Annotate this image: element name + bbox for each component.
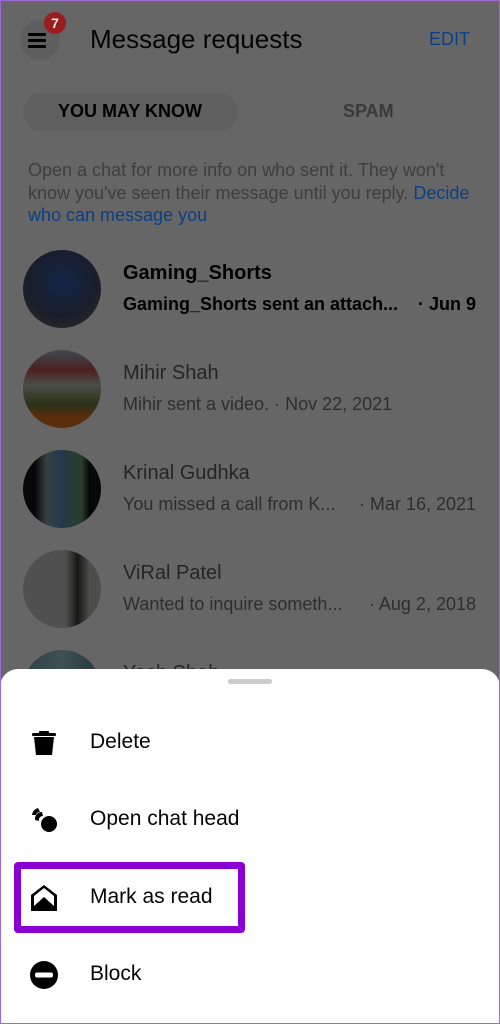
avatar [23, 550, 101, 628]
info-text: Open a chat for more info on who sent it… [28, 159, 478, 227]
mark-as-read-menu-item[interactable]: Mark as read [0, 865, 500, 929]
conversation-preview: Wanted to inquire someth... · Aug 2, 2018 [123, 594, 478, 615]
tab-you-may-know-label[interactable]: YOU MAY KNOW [58, 101, 202, 122]
delete-menu-item[interactable]: Delete [0, 710, 500, 774]
conversation-date: · Nov 22, 2021 [274, 394, 393, 414]
hamburger-icon-line [28, 39, 46, 42]
conversation-name: ViRal Patel [123, 562, 222, 584]
trash-icon [32, 731, 56, 755]
info-text-body: Open a chat for more info on who sent it… [28, 160, 445, 203]
conversation-name: Mihir Shah [123, 362, 219, 384]
conversation-date: · Aug 2, 2018 [368, 594, 476, 614]
chat-head-icon [32, 808, 57, 832]
avatar [23, 350, 101, 428]
preview-text: Mihir sent a video. [123, 394, 270, 414]
block-icon [30, 961, 58, 989]
tab-spam[interactable]: SPAM [343, 101, 394, 122]
open-chat-head-menu-item[interactable]: Open chat head [0, 787, 500, 851]
avatar [23, 250, 101, 328]
page-title: Message requests [90, 24, 303, 54]
conversation-row[interactable]: Gaming_Shorts Gaming_Shorts sent an atta… [0, 250, 500, 350]
menu-item-label: Block [90, 962, 142, 985]
conversation-name: Krinal Gudhka [123, 462, 250, 484]
hamburger-icon-line [28, 45, 46, 48]
preview-text: You missed a call from K... [123, 494, 336, 514]
preview-text: Gaming_Shorts sent an attach... [123, 294, 399, 314]
avatar [23, 450, 101, 528]
conversation-row[interactable]: Krinal Gudhka You missed a call from K..… [0, 450, 500, 550]
envelope-open-icon [31, 885, 57, 911]
conversation-preview: Mihir sent a video. · Nov 22, 2021 [123, 394, 478, 415]
preview-text: Wanted to inquire someth... [123, 594, 343, 614]
conversation-row[interactable]: ViRal Patel Wanted to inquire someth... ·… [0, 550, 500, 650]
conversation-preview: Gaming_Shorts sent an attach... · Jun 9 [123, 294, 478, 315]
bottom-sheet: Delete Open chat head Mark as read Block [0, 669, 500, 1024]
conversation-date: · Jun 9 [417, 294, 476, 314]
menu-item-label: Delete [90, 730, 151, 753]
edit-button[interactable]: EDIT [429, 29, 470, 50]
menu-item-label: Mark as read [90, 885, 213, 908]
block-menu-item[interactable]: Block [0, 942, 500, 1006]
hamburger-icon [28, 33, 46, 36]
conversation-preview: You missed a call from K... · Mar 16, 202… [123, 494, 478, 515]
drag-handle[interactable] [228, 679, 272, 684]
conversation-row[interactable]: Mihir Shah Mihir sent a video. · Nov 22,… [0, 350, 500, 450]
conversation-name: Gaming_Shorts [123, 262, 272, 284]
menu-item-label: Open chat head [90, 807, 240, 830]
conversation-date: · Mar 16, 2021 [358, 494, 476, 514]
notification-badge: 7 [44, 12, 66, 34]
